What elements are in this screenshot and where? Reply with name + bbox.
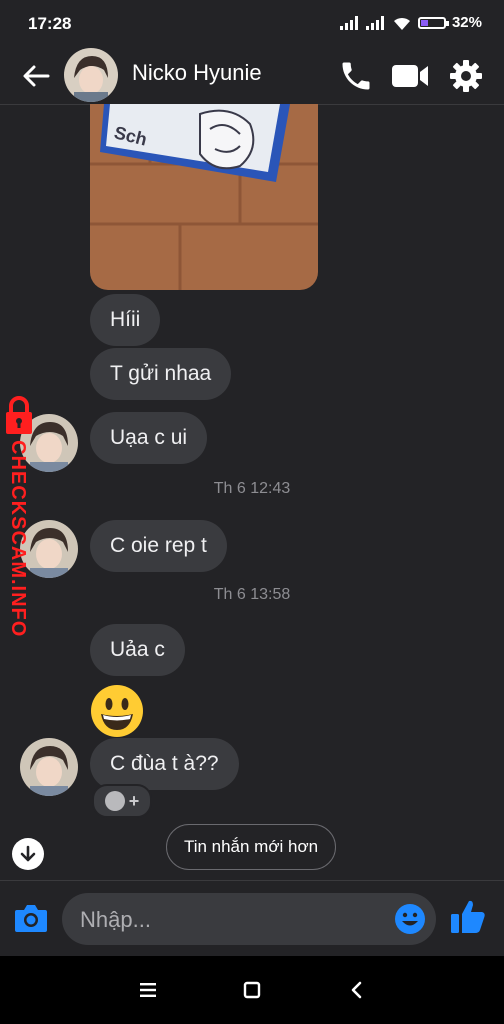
battery-icon [417, 16, 449, 29]
smiley-icon [104, 791, 125, 811]
camera-icon [15, 905, 47, 932]
system-back-button[interactable] [342, 976, 370, 1004]
status-bar: 17:28 32% [0, 0, 504, 48]
recent-apps-button[interactable] [134, 976, 162, 1004]
newer-messages-button[interactable]: Tin nhắn mới hơn [166, 824, 336, 870]
status-time: 17:28 [28, 14, 72, 33]
grinning-face-emoji[interactable] [90, 684, 144, 738]
battery-percent: 32% [451, 14, 482, 31]
timestamp: Th 6 13:58 [213, 586, 291, 603]
message-list[interactable]: Sch Híii T gửi nhaa Uạa c ui Th 6 12:43 … [0, 104, 504, 880]
conversation-settings-button[interactable] [446, 56, 486, 96]
scroll-to-bottom-button[interactable] [12, 838, 44, 870]
voice-call-button[interactable] [336, 56, 376, 96]
signal-icon-2 [365, 15, 384, 30]
message-bubble[interactable]: Uạa c ui [90, 412, 208, 464]
timestamp: Th 6 12:43 [213, 480, 291, 497]
chevron-left-icon [351, 981, 362, 999]
camera-button[interactable] [12, 899, 50, 937]
gear-icon [450, 60, 482, 92]
status-icons: 32% [339, 14, 482, 31]
message-input[interactable] [78, 893, 382, 947]
video-camera-icon [392, 65, 428, 87]
shared-photo[interactable]: Sch [90, 104, 318, 290]
add-reaction-button[interactable]: + [92, 784, 152, 818]
watermark: CHECKSCAM.INFO [2, 396, 52, 646]
message-input-container[interactable] [62, 893, 436, 947]
system-navigation-bar [0, 956, 504, 1024]
video-call-button[interactable] [390, 56, 430, 96]
watermark-text: CHECKSCAM.INFO [7, 440, 29, 638]
phone-icon [342, 62, 370, 90]
message-bubble[interactable]: C oie rep t [90, 520, 227, 572]
signal-icon [339, 15, 358, 30]
message-bubble[interactable]: Uảa c [90, 624, 185, 676]
contact-name[interactable]: Nicko Hyunie [132, 60, 262, 86]
thumbs-up-icon[interactable] [448, 897, 488, 937]
wifi-icon [393, 17, 410, 30]
message-bubble[interactable]: C đùa t à?? [90, 738, 239, 790]
menu-icon [140, 983, 156, 997]
emoji-picker-icon[interactable] [394, 903, 426, 935]
back-arrow-icon[interactable] [20, 60, 52, 92]
arrow-down-icon [20, 845, 36, 862]
message-composer [0, 880, 504, 956]
conversation-header: Nicko Hyunie [0, 48, 504, 105]
contact-avatar[interactable] [64, 48, 118, 102]
square-icon [243, 981, 261, 999]
lock-icon [6, 396, 32, 434]
message-bubble[interactable]: T gửi nhaa [90, 348, 232, 400]
plus-icon: + [128, 790, 140, 811]
message-bubble[interactable]: Híii [90, 294, 161, 346]
sender-avatar[interactable] [20, 738, 78, 796]
home-button[interactable] [238, 976, 266, 1004]
